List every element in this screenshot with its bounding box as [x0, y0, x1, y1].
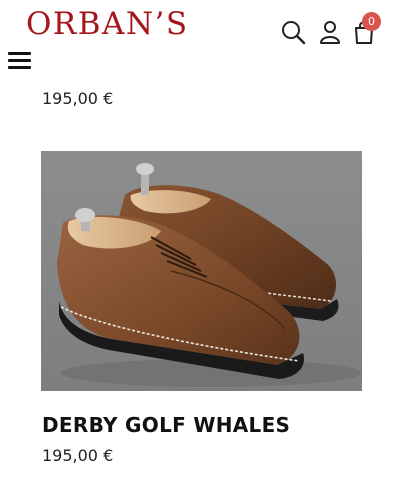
site-header: ORBAN’S 0: [0, 0, 402, 84]
user-icon[interactable]: [316, 18, 344, 46]
product-price: 195,00 €: [42, 446, 114, 465]
brand-logo[interactable]: ORBAN’S: [26, 6, 189, 42]
product-image[interactable]: [41, 151, 362, 391]
menu-icon[interactable]: [8, 52, 32, 70]
cart-count-badge: 0: [362, 12, 381, 31]
search-icon[interactable]: [279, 18, 307, 46]
product-price: 195,00 €: [42, 89, 114, 108]
product-title[interactable]: DERBY GOLF WHALES: [42, 413, 290, 437]
